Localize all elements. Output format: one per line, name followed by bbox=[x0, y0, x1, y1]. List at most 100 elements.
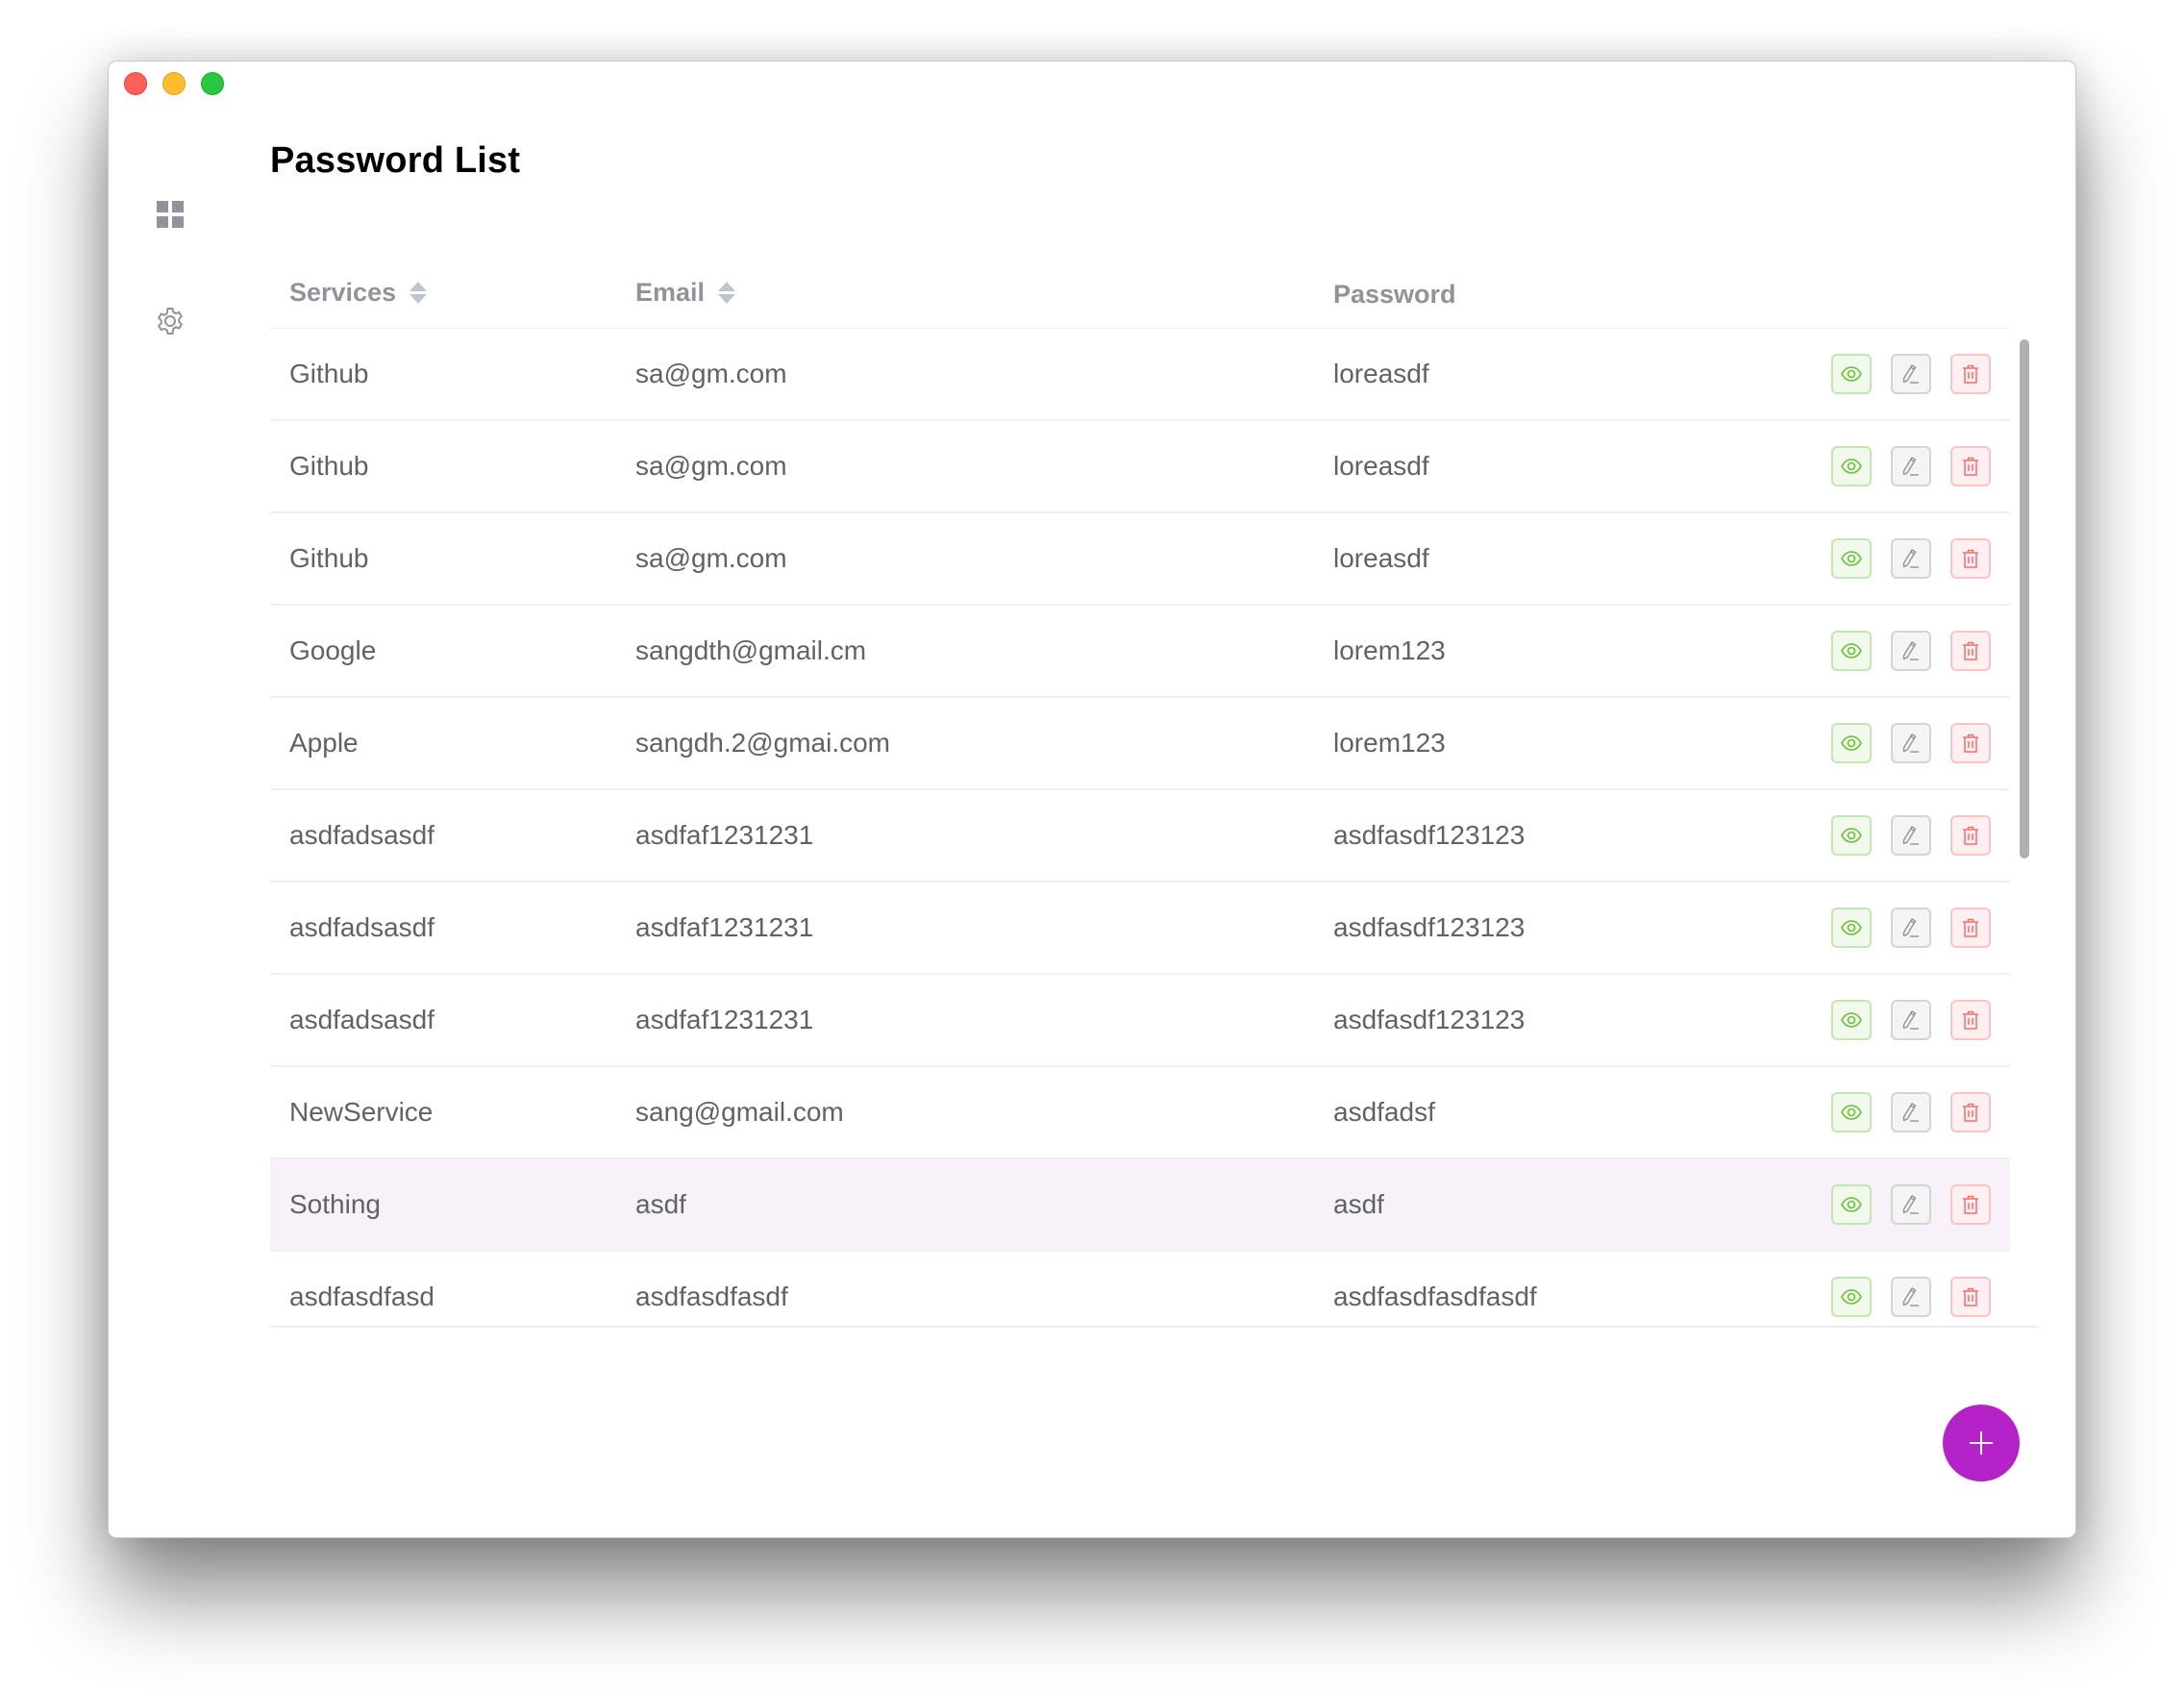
cell-email: sa@gm.com bbox=[635, 451, 787, 481]
table-header: Services Email Password bbox=[270, 266, 2010, 330]
page-title: Password List bbox=[270, 140, 521, 181]
row-actions bbox=[1831, 1277, 1991, 1317]
delete-button[interactable] bbox=[1950, 1092, 1991, 1132]
edit-icon bbox=[1902, 549, 1919, 568]
sidebar-item-settings[interactable] bbox=[155, 306, 186, 336]
edit-icon bbox=[1902, 1010, 1919, 1030]
delete-button[interactable] bbox=[1950, 723, 1991, 763]
row-actions bbox=[1831, 1184, 1991, 1225]
table-row[interactable]: asdfadsasdf asdfaf1231231 asdfasdf123123 bbox=[270, 790, 2010, 883]
table-scrollbar[interactable] bbox=[2020, 339, 2029, 858]
table-row[interactable]: Apple sangdh.2@gmai.com lorem123 bbox=[270, 698, 2010, 790]
trash-icon bbox=[1963, 457, 1978, 476]
close-window-button[interactable] bbox=[124, 72, 147, 95]
cell-password: loreasdf bbox=[1333, 451, 1429, 481]
row-actions bbox=[1831, 1092, 1991, 1132]
eye-icon bbox=[1841, 920, 1862, 935]
add-password-button[interactable] bbox=[1943, 1405, 2020, 1481]
cell-email: asdfaf1231231 bbox=[635, 912, 814, 942]
table-row[interactable]: asdfadsasdf asdfaf1231231 asdfasdf123123 bbox=[270, 883, 2010, 975]
delete-button[interactable] bbox=[1950, 908, 1991, 948]
table-row[interactable]: Github sa@gm.com loreasdf bbox=[270, 513, 2010, 606]
delete-button[interactable] bbox=[1950, 538, 1991, 579]
cell-service: Sothing bbox=[289, 1189, 381, 1219]
edit-button[interactable] bbox=[1891, 815, 1931, 856]
cell-email: asdfaf1231231 bbox=[635, 820, 814, 850]
trash-icon bbox=[1963, 641, 1978, 660]
edit-button[interactable] bbox=[1891, 1277, 1931, 1317]
row-actions bbox=[1831, 1000, 1991, 1040]
table-row[interactable]: Sothing asdf asdf bbox=[270, 1159, 2010, 1252]
edit-icon bbox=[1902, 457, 1919, 476]
sort-icon[interactable] bbox=[718, 282, 736, 304]
trash-icon bbox=[1963, 1287, 1978, 1306]
column-header-password: Password bbox=[1333, 280, 1456, 310]
view-button[interactable] bbox=[1831, 538, 1872, 579]
eye-icon bbox=[1841, 1197, 1862, 1212]
delete-button[interactable] bbox=[1950, 446, 1991, 486]
trash-icon bbox=[1963, 1195, 1978, 1214]
sidebar-item-dashboard[interactable] bbox=[155, 199, 186, 230]
cell-service: asdfadsasdf bbox=[289, 820, 434, 850]
cell-email: sang@gmail.com bbox=[635, 1097, 844, 1127]
table-row[interactable]: Github sa@gm.com loreasdf bbox=[270, 421, 2010, 513]
delete-button[interactable] bbox=[1950, 1184, 1991, 1225]
delete-button[interactable] bbox=[1950, 354, 1991, 394]
view-button[interactable] bbox=[1831, 354, 1872, 394]
table-row[interactable]: asdfadsasdf asdfaf1231231 asdfasdf123123 bbox=[270, 975, 2010, 1067]
edit-button[interactable] bbox=[1891, 908, 1931, 948]
table-row[interactable]: NewService sang@gmail.com asdfadsf bbox=[270, 1067, 2010, 1159]
edit-button[interactable] bbox=[1891, 631, 1931, 671]
row-actions bbox=[1831, 354, 1991, 394]
eye-icon bbox=[1841, 643, 1862, 659]
view-button[interactable] bbox=[1831, 815, 1872, 856]
edit-button[interactable] bbox=[1891, 1000, 1931, 1040]
cell-service: asdfadsasdf bbox=[289, 912, 434, 942]
view-button[interactable] bbox=[1831, 446, 1872, 486]
table-row[interactable]: Github sa@gm.com loreasdf bbox=[270, 329, 2010, 421]
edit-icon bbox=[1902, 826, 1919, 845]
trash-icon bbox=[1963, 918, 1978, 937]
table-body: Github sa@gm.com loreasdf Github sa@gm.c… bbox=[270, 329, 2010, 1326]
edit-button[interactable] bbox=[1891, 1184, 1931, 1225]
delete-button[interactable] bbox=[1950, 1000, 1991, 1040]
cell-service: Github bbox=[289, 451, 369, 481]
column-header-email[interactable]: Email bbox=[635, 278, 736, 308]
table-row[interactable]: Google sangdth@gmail.cm lorem123 bbox=[270, 606, 2010, 698]
minimize-window-button[interactable] bbox=[162, 72, 186, 95]
delete-button[interactable] bbox=[1950, 1277, 1991, 1317]
edit-icon bbox=[1902, 1195, 1919, 1214]
cell-password: loreasdf bbox=[1333, 543, 1429, 573]
edit-icon bbox=[1902, 364, 1919, 384]
column-header-services[interactable]: Services bbox=[289, 278, 428, 308]
view-button[interactable] bbox=[1831, 908, 1872, 948]
edit-button[interactable] bbox=[1891, 538, 1931, 579]
sort-icon[interactable] bbox=[410, 282, 428, 304]
password-table: Services Email Password Github sa@gm.com… bbox=[270, 266, 2039, 1328]
column-label: Services bbox=[289, 278, 397, 307]
view-button[interactable] bbox=[1831, 1184, 1872, 1225]
cell-password: lorem123 bbox=[1333, 635, 1446, 665]
view-button[interactable] bbox=[1831, 723, 1872, 763]
view-button[interactable] bbox=[1831, 1277, 1872, 1317]
cell-email: sa@gm.com bbox=[635, 359, 787, 388]
cell-password: asdf bbox=[1333, 1189, 1384, 1219]
cell-email: sangdh.2@gmai.com bbox=[635, 728, 891, 758]
delete-button[interactable] bbox=[1950, 815, 1991, 856]
view-button[interactable] bbox=[1831, 1092, 1872, 1132]
table-row[interactable]: asdfasdfasd asdfasdfasdf asdfasdfasdfasd… bbox=[270, 1252, 2010, 1326]
view-button[interactable] bbox=[1831, 631, 1872, 671]
delete-button[interactable] bbox=[1950, 631, 1991, 671]
edit-button[interactable] bbox=[1891, 723, 1931, 763]
edit-button[interactable] bbox=[1891, 354, 1931, 394]
cell-password: asdfasdf123123 bbox=[1333, 820, 1526, 850]
cell-service: asdfasdfasd bbox=[289, 1281, 434, 1311]
trash-icon bbox=[1963, 1010, 1978, 1030]
trash-icon bbox=[1963, 1103, 1978, 1122]
view-button[interactable] bbox=[1831, 1000, 1872, 1040]
gear-icon bbox=[158, 308, 183, 335]
edit-button[interactable] bbox=[1891, 446, 1931, 486]
edit-button[interactable] bbox=[1891, 1092, 1931, 1132]
maximize-window-button[interactable] bbox=[201, 72, 224, 95]
grid-icon bbox=[157, 201, 184, 228]
